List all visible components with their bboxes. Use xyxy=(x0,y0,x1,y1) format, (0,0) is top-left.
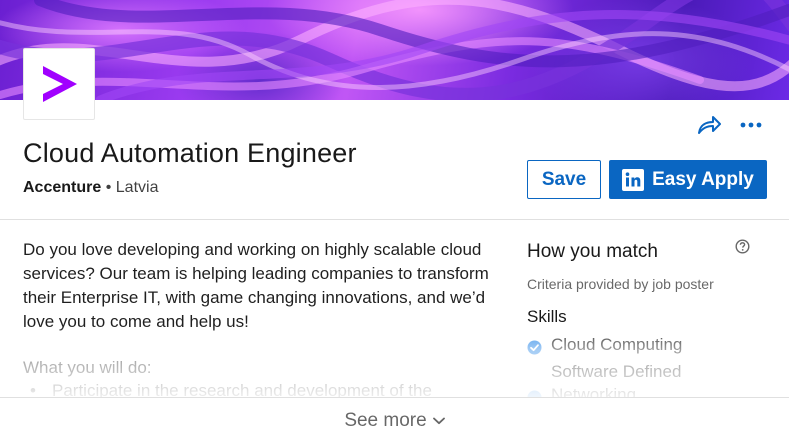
skills-heading: Skills xyxy=(527,307,567,326)
company-name-link[interactable]: Accenture xyxy=(23,179,101,196)
easy-apply-label: Easy Apply xyxy=(652,168,754,190)
more-options-icon[interactable] xyxy=(738,114,764,136)
share-icon[interactable] xyxy=(696,114,722,136)
chevron-down-icon xyxy=(432,417,445,424)
job-title: Cloud Automation Engineer xyxy=(23,138,357,168)
header-divider xyxy=(0,219,789,220)
criteria-note: Criteria provided by job poster xyxy=(527,276,714,292)
see-more-label: See more xyxy=(344,409,427,431)
description-subhead: What you will do: xyxy=(23,358,152,377)
banner-swirl-art xyxy=(0,0,789,100)
accenture-logo-icon xyxy=(43,66,77,102)
save-button[interactable]: Save xyxy=(527,160,601,199)
easy-apply-button[interactable]: Easy Apply xyxy=(609,160,767,199)
job-location: Latvia xyxy=(115,179,159,196)
company-logo[interactable] xyxy=(23,48,95,120)
how-you-match-title: How you match xyxy=(527,241,658,262)
company-location-line: Accenture • Latvia xyxy=(23,179,158,197)
skill-label: Cloud Computing xyxy=(551,335,683,354)
linkedin-icon xyxy=(622,168,645,191)
check-circle-icon xyxy=(527,340,542,355)
bullet-separator: • xyxy=(105,179,112,196)
help-question-icon[interactable] xyxy=(735,239,750,254)
job-description-intro: Do you love developing and working on hi… xyxy=(23,240,489,331)
skill-label: Software Defined xyxy=(551,362,682,381)
see-more-button[interactable]: See more xyxy=(0,397,789,443)
company-banner xyxy=(0,0,789,100)
